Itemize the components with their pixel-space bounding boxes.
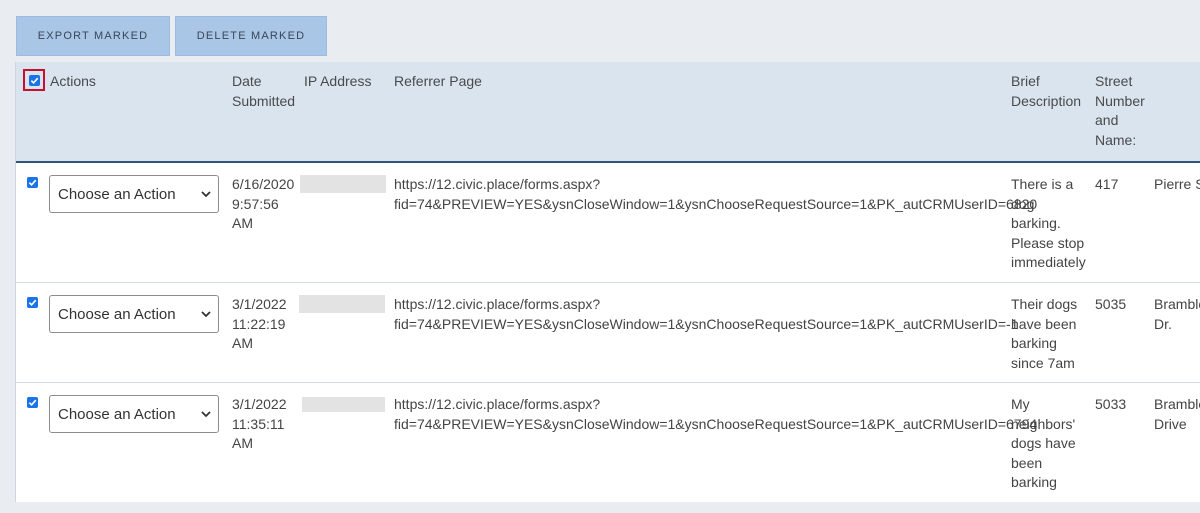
table-header: Actions Date Submitted IP Address Referre…	[16, 62, 1200, 163]
column-header-ip-address[interactable]: IP Address	[304, 72, 371, 92]
redacted-ip-address	[302, 397, 385, 412]
street-name: Pierre St	[1154, 176, 1200, 192]
column-header-street[interactable]: Street Number and Name:	[1095, 72, 1145, 150]
referrer-page: https://12.civic.place/forms.aspx? fid=74…	[394, 396, 1038, 432]
date-submitted: 6/16/2020 9:57:56 AM	[232, 176, 295, 231]
street-name: BrambleDr.	[1154, 296, 1200, 332]
column-header-date-submitted[interactable]: Date Submitted	[232, 72, 295, 111]
action-select-value: Choose an Action	[58, 405, 176, 423]
referrer-page: https://12.civic.place/forms.aspx? fid=74…	[394, 296, 1019, 332]
check-icon	[28, 399, 37, 407]
action-select-value: Choose an Action	[58, 185, 176, 203]
check-icon	[28, 299, 37, 307]
action-select[interactable]: Choose an Action	[49, 175, 219, 213]
date-submitted: 3/1/2022 11:22:19 AM	[232, 296, 287, 351]
chevron-down-icon	[201, 411, 211, 418]
column-header-actions[interactable]: Actions	[50, 72, 96, 92]
referrer-page: https://12.civic.place/forms.aspx? fid=74…	[394, 176, 1038, 212]
street-number: 5033	[1095, 396, 1127, 412]
street-number: 417	[1095, 176, 1119, 192]
check-icon	[28, 179, 37, 187]
brief-description: Their dogs have been barking since 7am	[1011, 296, 1078, 371]
row-checkbox[interactable]	[27, 177, 38, 188]
submissions-table: Actions Date Submitted IP Address Referre…	[15, 62, 1200, 502]
table-row: Choose an Action 3/1/2022 11:22:19 AM http…	[16, 283, 1200, 383]
export-marked-button[interactable]: EXPORT MARKED	[16, 16, 170, 56]
street-name: BrambleDrive	[1154, 396, 1200, 432]
chevron-down-icon	[201, 191, 211, 198]
action-select-value: Choose an Action	[58, 305, 176, 323]
action-select[interactable]: Choose an Action	[49, 395, 219, 433]
date-submitted: 3/1/2022 11:35:11 AM	[232, 396, 287, 451]
brief-description: There is a dog barking. Please stop immediat…	[1011, 176, 1086, 270]
delete-marked-button[interactable]: DELETE MARKED	[175, 16, 327, 56]
row-checkbox[interactable]	[27, 297, 38, 308]
row-checkbox[interactable]	[27, 397, 38, 408]
street-number: 5035	[1095, 296, 1127, 312]
select-all-highlight	[23, 69, 45, 91]
table-row: Choose an Action 6/16/2020 9:57:56 AM http…	[16, 163, 1200, 283]
column-header-brief-description[interactable]: Brief Description	[1011, 72, 1081, 111]
column-header-referrer-page[interactable]: Referrer Page	[394, 72, 482, 92]
redacted-ip-address	[299, 295, 385, 313]
redacted-ip-address	[300, 175, 386, 193]
chevron-down-icon	[201, 311, 211, 318]
action-select[interactable]: Choose an Action	[49, 295, 219, 333]
brief-description: My neighbors' dogs have been barking	[1011, 396, 1076, 490]
check-icon	[30, 77, 38, 84]
select-all-checkbox[interactable]	[28, 74, 40, 86]
